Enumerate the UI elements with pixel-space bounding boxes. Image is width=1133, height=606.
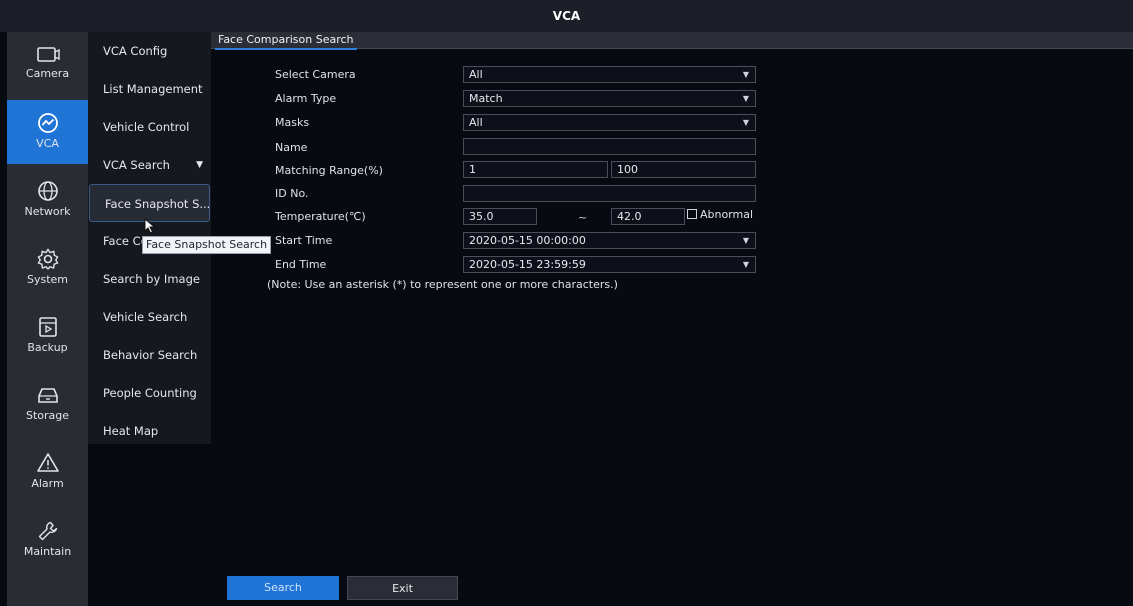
search-button[interactable]: Search — [227, 576, 339, 600]
backup-icon — [38, 317, 57, 337]
matching-range-label: Matching Range(%) — [275, 164, 383, 177]
nav-camera-label: Camera — [25, 67, 70, 80]
id-no-label: ID No. — [275, 187, 309, 200]
alarm-type-label: Alarm Type — [275, 92, 337, 105]
wildcard-note: (Note: Use an asterisk (*) to represent … — [267, 278, 618, 291]
subnav-face-snapshot-search[interactable]: Face Snapshot S... — [89, 184, 210, 222]
chevron-down-icon: ▼ — [742, 94, 749, 103]
subnav-list-management[interactable]: List Management — [88, 70, 211, 108]
end-time-value: 2020-05-15 23:59:59 — [469, 258, 586, 271]
alarm-icon — [36, 453, 59, 472]
masks-dropdown[interactable]: All ▼ — [463, 114, 756, 131]
nav-backup[interactable]: Backup — [7, 304, 88, 368]
main-nav-rail: Camera VCA Network System Backup Storage… — [7, 32, 88, 606]
nav-maintain[interactable]: Maintain — [7, 508, 88, 572]
globe-icon — [37, 181, 58, 201]
end-time-label: End Time — [275, 258, 327, 271]
temperature-label: Temperature(℃) — [275, 210, 366, 223]
matching-range-max-input[interactable]: 100 — [611, 161, 756, 178]
alarm-type-value: Match — [469, 92, 503, 105]
chevron-down-icon: ▼ — [742, 260, 749, 269]
matching-range-min-input[interactable]: 1 — [463, 161, 608, 178]
nav-storage[interactable]: Storage — [7, 372, 88, 436]
abnormal-checkbox[interactable] — [687, 209, 697, 219]
nav-maintain-label: Maintain — [23, 545, 72, 558]
alarm-type-dropdown[interactable]: Match ▼ — [463, 90, 756, 107]
subnav-vca-search[interactable]: VCA Search ▼ — [88, 146, 211, 184]
exit-button[interactable]: Exit — [347, 576, 458, 600]
temperature-max-input[interactable]: 42.0 — [611, 208, 685, 225]
temperature-separator: ~ — [578, 211, 588, 224]
storage-icon — [37, 388, 58, 403]
chevron-down-icon: ▼ — [196, 160, 203, 170]
subnav-people-counting[interactable]: People Counting — [88, 374, 211, 412]
start-time-label: Start Time — [275, 234, 333, 247]
subnav-vca-config[interactable]: VCA Config — [88, 32, 211, 70]
mouse-cursor-icon — [144, 218, 156, 234]
masks-value: All — [469, 116, 483, 129]
end-time-dropdown[interactable]: 2020-05-15 23:59:59 ▼ — [463, 256, 756, 273]
start-time-value: 2020-05-15 00:00:00 — [469, 234, 586, 247]
window-title: VCA — [0, 0, 1133, 32]
nav-network-label: Network — [24, 205, 71, 218]
abnormal-label: Abnormal — [700, 208, 754, 221]
select-camera-label: Select Camera — [275, 68, 356, 81]
select-camera-dropdown[interactable]: All ▼ — [463, 66, 756, 83]
chevron-down-icon: ▼ — [742, 70, 749, 79]
id-no-input[interactable] — [463, 185, 756, 202]
nav-camera[interactable]: Camera — [7, 34, 88, 98]
subnav-behavior-search[interactable]: Behavior Search — [88, 336, 211, 374]
gear-icon — [36, 248, 59, 271]
tab-strip: Face Comparison Search — [211, 32, 1133, 50]
nav-alarm[interactable]: Alarm — [7, 440, 88, 504]
subnav-heat-map[interactable]: Heat Map — [88, 412, 211, 450]
nav-vca[interactable]: VCA — [7, 100, 88, 164]
subnav-vehicle-control[interactable]: Vehicle Control — [88, 108, 211, 146]
camera-icon — [36, 47, 60, 62]
temperature-min-input[interactable]: 35.0 — [463, 208, 537, 225]
subnav-search-by-image[interactable]: Search by Image — [88, 260, 211, 298]
wrench-icon — [38, 521, 57, 541]
nav-vca-label: VCA — [36, 137, 59, 150]
subnav-vca-search-label: VCA Search — [103, 158, 170, 172]
name-label: Name — [275, 141, 308, 154]
nav-alarm-label: Alarm — [31, 477, 64, 490]
nav-storage-label: Storage — [25, 409, 70, 422]
nav-system-label: System — [26, 273, 69, 286]
face-snapshot-search-tooltip: Face Snapshot Search — [142, 236, 272, 254]
chevron-down-icon: ▼ — [742, 236, 749, 245]
tab-face-comparison-search[interactable]: Face Comparison Search — [215, 32, 357, 50]
vca-icon — [37, 113, 58, 133]
subnav-vehicle-search[interactable]: Vehicle Search — [88, 298, 211, 336]
nav-system[interactable]: System — [7, 236, 88, 300]
select-camera-value: All — [469, 68, 483, 81]
nav-backup-label: Backup — [27, 341, 68, 354]
start-time-dropdown[interactable]: 2020-05-15 00:00:00 ▼ — [463, 232, 756, 249]
nav-network[interactable]: Network — [7, 168, 88, 232]
name-input[interactable] — [463, 138, 756, 155]
masks-label: Masks — [275, 116, 310, 129]
chevron-down-icon: ▼ — [742, 118, 749, 127]
